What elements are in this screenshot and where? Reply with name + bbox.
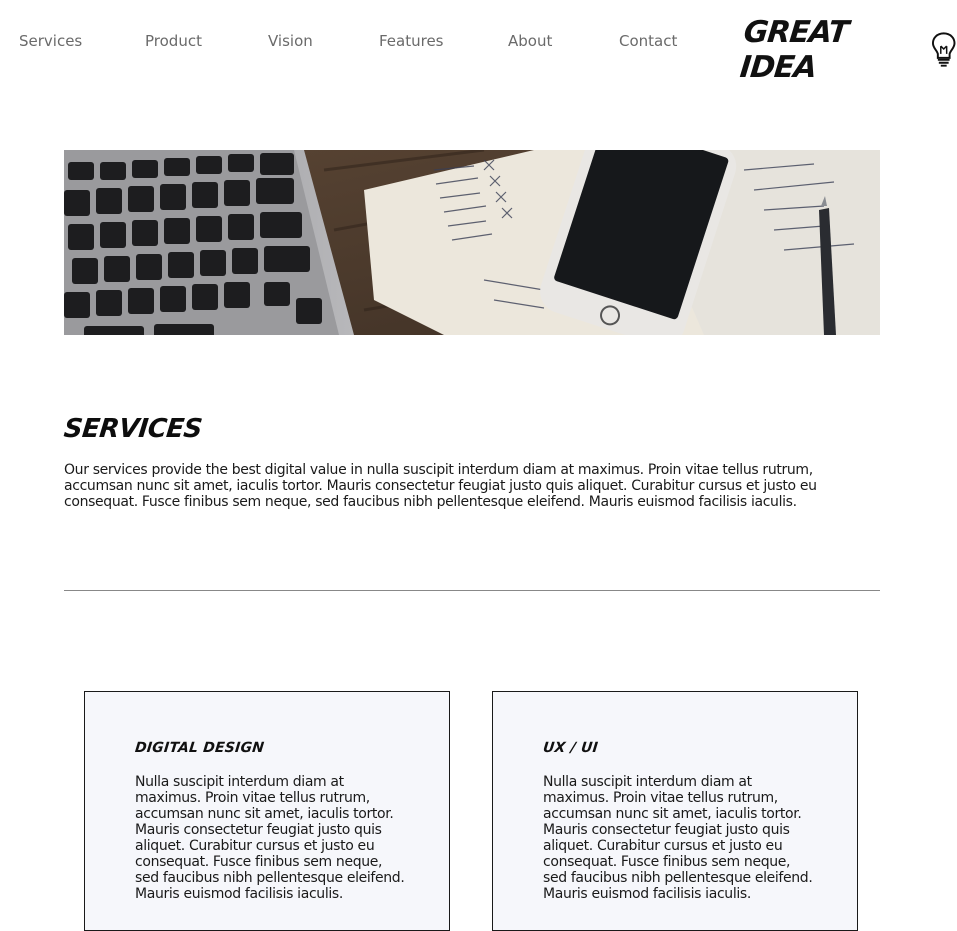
lightbulb-icon [931,32,956,67]
services-title: SERVICES [62,414,204,444]
photo-laptop-phone-notebook [64,150,880,335]
card-description: Nulla suscipit interdum diam at maximus.… [135,774,405,902]
hero-image [64,150,880,335]
nav-about[interactable]: About [508,32,552,50]
nav-contact[interactable]: Contact [619,32,677,50]
service-card-ux-ui: UX / UI Nulla suscipit interdum diam at … [492,691,858,931]
nav-vision[interactable]: Vision [268,32,313,50]
nav-services[interactable]: Services [19,32,82,50]
card-description: Nulla suscipit interdum diam at maximus.… [543,774,813,902]
card-title: UX / UI [542,740,599,756]
top-nav: Services Product Vision Features About C… [0,0,957,90]
card-title: DIGITAL DESIGN [134,740,265,756]
section-divider [64,590,880,591]
service-card-digital-design: DIGITAL DESIGN Nulla suscipit interdum d… [84,691,450,931]
services-description: Our services provide the best digital va… [64,462,817,510]
logo[interactable]: GREAT IDEA [738,15,957,85]
nav-product[interactable]: Product [145,32,202,50]
nav-features[interactable]: Features [379,32,444,50]
logo-text: GREAT IDEA [738,15,850,85]
